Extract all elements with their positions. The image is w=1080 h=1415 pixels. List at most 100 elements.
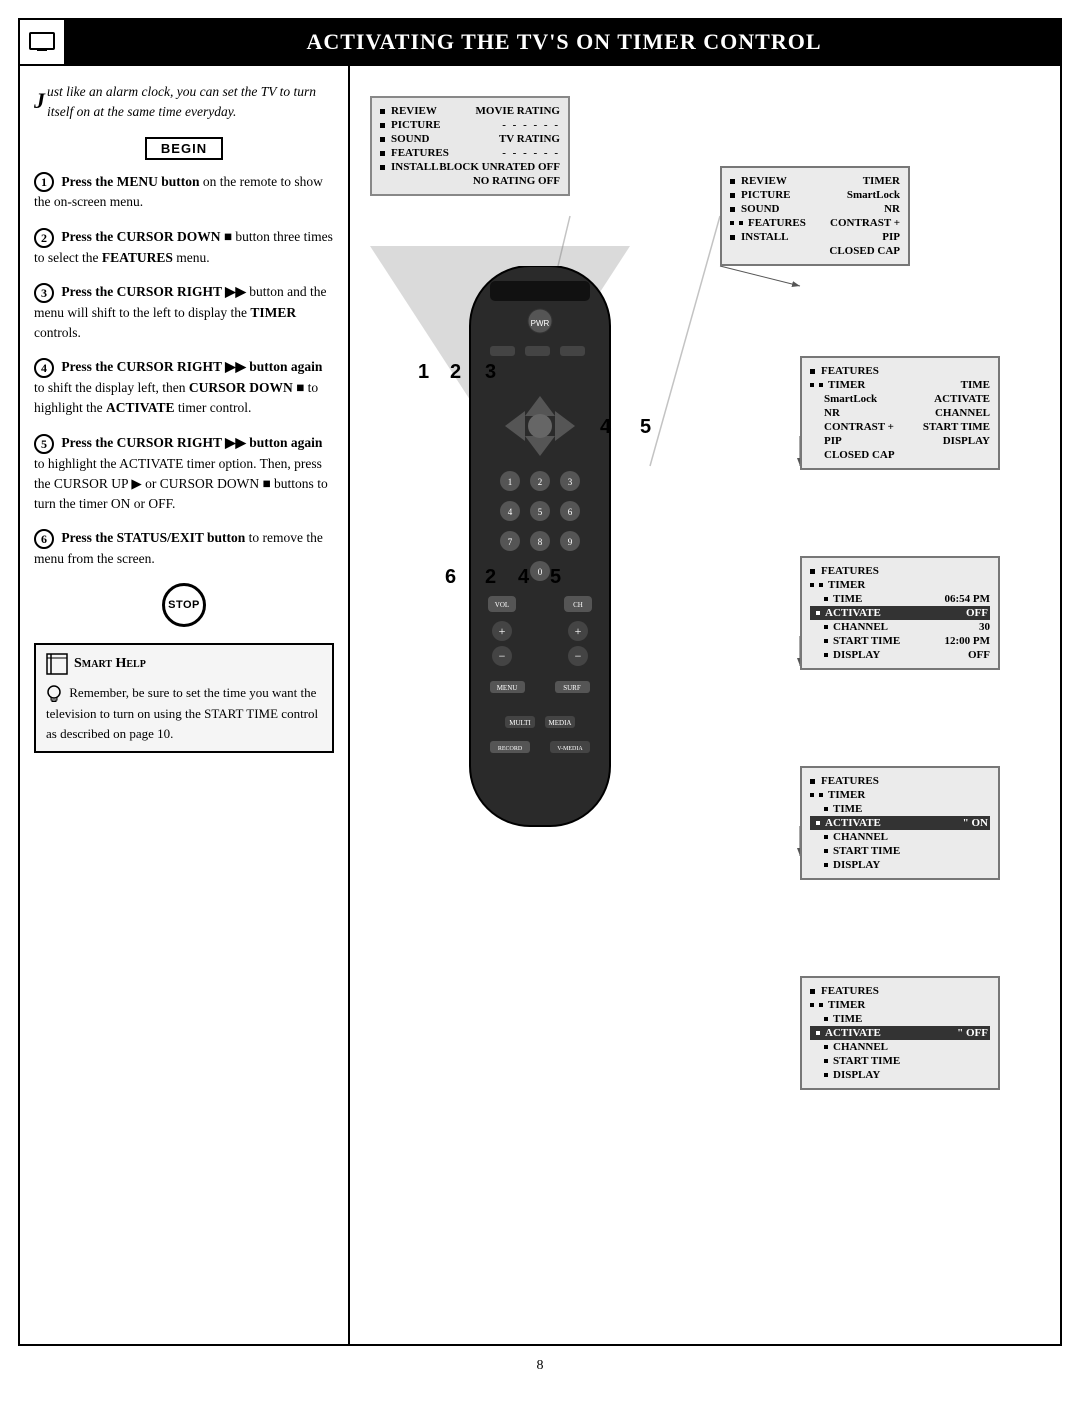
menu-row: PIP DISPLAY [810, 434, 990, 448]
svg-text:5: 5 [538, 507, 543, 517]
menu-value: MOVIE RATING [476, 105, 560, 117]
step-label-4-b: 4 [518, 566, 529, 589]
step-number-6: 6 [34, 529, 54, 549]
step-6-bold: Press the STATUS/EXIT button [61, 530, 245, 545]
menu-row: TIMER [810, 788, 990, 802]
step-1-bold: Press the MENU button [61, 174, 199, 189]
page-header: Activating the TV's On Timer Control [18, 18, 1062, 66]
menu-row: CHANNEL 30 [810, 620, 990, 634]
svg-text:8: 8 [538, 537, 543, 547]
step-label-4: 4 [600, 416, 611, 439]
menu-row: START TIME [810, 1054, 990, 1068]
step-number-1: 1 [34, 172, 54, 192]
step-label-1: 1 [418, 361, 429, 384]
step-6: 6 Press the STATUS/EXIT button to remove… [34, 528, 334, 569]
menu-row: DISPLAY OFF [810, 648, 990, 662]
smart-help-text: Remember, be sure to set the time you wa… [46, 683, 322, 743]
smart-help-label: Smart Help [74, 656, 146, 672]
lightbulb-icon [46, 684, 62, 704]
menu-row: TIME [810, 1012, 990, 1026]
svg-text:SURF: SURF [563, 684, 581, 692]
menu-value: - - - - - - [502, 119, 560, 131]
page-title: Activating the TV's On Timer Control [66, 18, 1062, 66]
step-number-2: 2 [34, 228, 54, 248]
smart-help-title: Smart Help [46, 653, 322, 675]
begin-button[interactable]: BEGIN [145, 137, 223, 160]
menu-row: CONTRAST + START TIME [810, 420, 990, 434]
menu-row: TIME 06:54 PM [810, 592, 990, 606]
menu-row: INSTALL PIP [730, 230, 900, 244]
stop-sign: STOP [162, 583, 206, 627]
menu-row: FEATURES [810, 984, 990, 998]
svg-text:+: + [575, 624, 582, 638]
svg-text:V-MEDIA: V-MEDIA [557, 746, 583, 752]
menu-row: NO RATING OFF [380, 174, 560, 188]
step-5-text: to highlight the ACTIVATE timer option. … [34, 456, 328, 512]
menu-row: INSTALL BLOCK UNRATED OFF [380, 160, 560, 174]
menu-row: SmartLock ACTIVATE [810, 392, 990, 406]
menu-row-activate-on: ACTIVATE " ON [810, 816, 990, 830]
svg-text:VOL: VOL [495, 601, 509, 609]
menu-row: PICTURE SmartLock [730, 188, 900, 202]
menu-row: PICTURE - - - - - - [380, 118, 560, 132]
menu-row: SOUND NR [730, 202, 900, 216]
menu-value: - - - - - - [502, 147, 560, 159]
step-label-5: 5 [640, 416, 651, 439]
svg-text:9: 9 [568, 537, 573, 547]
step-1: 1 Press the MENU button on the remote to… [34, 172, 334, 213]
menu-screen-1: REVIEW MOVIE RATING PICTURE - - - - - - … [370, 96, 570, 196]
menu-value: BLOCK UNRATED OFF [439, 161, 560, 173]
begin-box: BEGIN [34, 137, 334, 160]
step-number-4: 4 [34, 358, 54, 378]
menu-label: REVIEW [380, 105, 437, 117]
menu-row: FEATURES [810, 564, 990, 578]
menu-row: TIMER [810, 998, 990, 1012]
menu-row: CHANNEL [810, 830, 990, 844]
step-number-3: 3 [34, 283, 54, 303]
menu-row: CLOSED CAP [810, 448, 990, 462]
notebook-icon [46, 653, 68, 675]
menu-row: FEATURES CONTRAST + [730, 216, 900, 230]
menu-row: DISPLAY [810, 1068, 990, 1082]
menu-label: FEATURES [380, 147, 449, 159]
tv-icon-box [18, 18, 66, 66]
main-content: J ust like an alarm clock, you can set t… [18, 66, 1062, 1346]
left-panel: J ust like an alarm clock, you can set t… [20, 66, 350, 1344]
svg-text:MEDIA: MEDIA [549, 719, 572, 727]
menu-row: TIMER TIME [810, 378, 990, 392]
menu-row: SOUND TV RATING [380, 132, 560, 146]
menu-row: TIME [810, 802, 990, 816]
menu-row: REVIEW MOVIE RATING [380, 104, 560, 118]
menu-row: REVIEW TIMER [730, 174, 900, 188]
step-2-bold: Press the CURSOR DOWN ■ [61, 229, 232, 244]
svg-text:7: 7 [508, 537, 513, 547]
menu-row: TIMER [810, 578, 990, 592]
step-4: 4 Press the CURSOR RIGHT ▶▶ button again… [34, 357, 334, 418]
step-4-text: to shift the display left, then CURSOR D… [34, 380, 318, 415]
step-number-5: 5 [34, 434, 54, 454]
svg-text:−: − [575, 649, 582, 663]
svg-text:RECORD: RECORD [498, 746, 523, 752]
step-label-2: 2 [450, 361, 461, 384]
svg-text:0: 0 [538, 567, 543, 577]
svg-text:MULTI: MULTI [509, 719, 531, 727]
menu-row: FEATURES [810, 774, 990, 788]
menu-row-activate: ACTIVATE OFF [810, 606, 990, 620]
menu-row: START TIME [810, 844, 990, 858]
page-number: 8 [0, 1346, 1080, 1386]
menu-screen-2: REVIEW TIMER PICTURE SmartLock SOUND NR … [720, 166, 910, 266]
menu-screen-5: FEATURES TIMER TIME ACTIVATE " ON CHANNE… [800, 766, 1000, 880]
remote-control: PWR 1 2 3 4 5 6 [430, 266, 650, 851]
right-panel: REVIEW MOVIE RATING PICTURE - - - - - - … [350, 66, 1060, 1344]
menu-row: DISPLAY [810, 858, 990, 872]
svg-text:−: − [499, 649, 506, 663]
step-2: 2 Press the CURSOR DOWN ■ button three t… [34, 227, 334, 268]
step-label-5-b: 5 [550, 566, 561, 589]
menu-row: FEATURES [810, 364, 990, 378]
svg-text:PWR: PWR [531, 319, 550, 328]
svg-text:4: 4 [508, 507, 513, 517]
svg-text:2: 2 [538, 477, 543, 487]
step-5: 5 Press the CURSOR RIGHT ▶▶ button again… [34, 433, 334, 515]
menu-row: FEATURES - - - - - - [380, 146, 560, 160]
menu-value: TV RATING [499, 133, 560, 145]
